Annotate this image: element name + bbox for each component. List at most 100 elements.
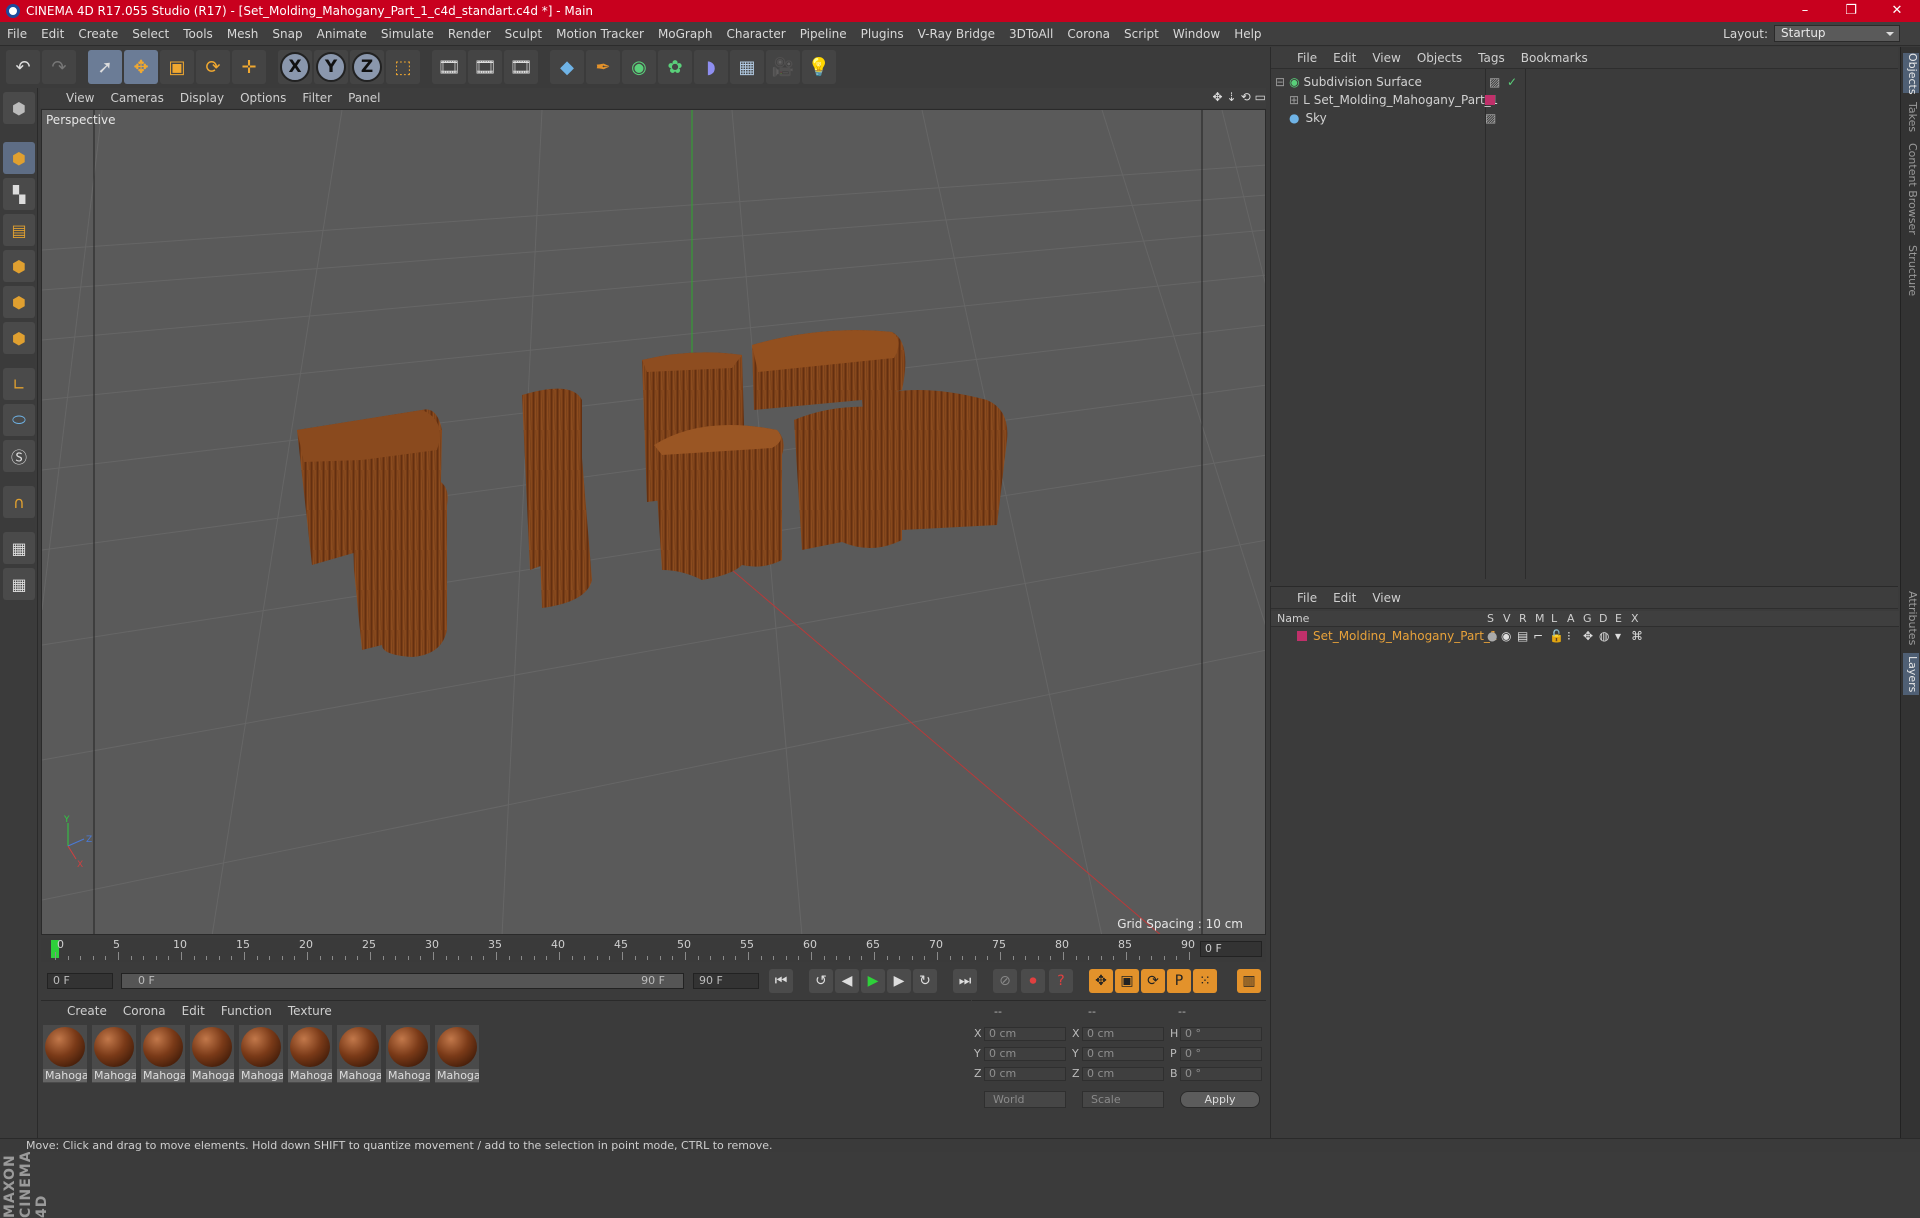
menu-help[interactable]: Help [1227,27,1268,41]
layer-animation-icon[interactable]: ⁝ [1567,629,1571,643]
collapse-icon[interactable]: ⊟ [1275,75,1285,89]
orbit-icon[interactable]: ⟲ [1241,90,1251,104]
timeline-ruler[interactable]: 0 5 10 15 20 25 30 35 40 45 50 55 60 65 … [41,938,1266,962]
material-swatch[interactable]: Mahogany [239,1025,283,1083]
maximize-button[interactable]: ❐ [1828,0,1874,22]
layer-lock-icon[interactable]: 🔓 [1549,629,1564,643]
material-swatch[interactable]: Mahogany [141,1025,185,1083]
start-frame-field[interactable]: 0 F [47,973,113,989]
enabled-check-icon[interactable]: ✓ [1507,75,1517,89]
coord-pos-z-field[interactable]: 0 cm [984,1067,1066,1081]
transform-tool-icon[interactable]: ✛ [232,50,266,84]
layer-render-icon[interactable]: ▤ [1517,629,1528,643]
menu-tools[interactable]: Tools [176,27,220,41]
snap-icon[interactable]: Ⓢ [3,440,35,472]
floor-scene-icon[interactable]: ▦ [730,50,764,84]
coord-transform-dropdown[interactable]: Scale [1082,1091,1164,1108]
material-swatch[interactable]: Mahogany [43,1025,87,1083]
menu-simulate[interactable]: Simulate [374,27,441,41]
coord-rot-p-field[interactable]: 0 ° [1180,1047,1262,1061]
key-parameter-icon[interactable]: P [1167,969,1191,993]
coord-pos-y-field[interactable]: 0 cm [984,1047,1066,1061]
apply-button[interactable]: Apply [1180,1091,1260,1108]
y-axis-lock-icon[interactable]: Y [314,50,348,84]
tab-structure[interactable]: Structure [1903,243,1919,299]
deformer-icon[interactable]: ◗ [694,50,728,84]
menu-snap[interactable]: Snap [265,27,309,41]
material-swatch[interactable]: Mahogany [92,1025,136,1083]
edges-mode-icon[interactable]: ⬢ [3,286,35,318]
mat-menu-corona[interactable]: Corona [123,1004,166,1018]
next-frame-icon[interactable]: ▶ [887,969,911,993]
menu-mograph[interactable]: MoGraph [651,27,720,41]
coord-size-x-field[interactable]: 0 cm [1082,1027,1164,1041]
render-view-icon[interactable]: 🎞 [432,50,466,84]
coord-size-z-field[interactable]: 0 cm [1082,1067,1164,1081]
mat-menu-edit[interactable]: Edit [182,1004,205,1018]
magnet-icon[interactable]: ∩ [3,486,35,518]
coord-rot-h-field[interactable]: 0 ° [1180,1027,1262,1041]
texture-mode-icon[interactable]: ▚ [3,178,35,210]
visibility-toggle-icon[interactable]: ▨ [1489,75,1500,89]
layer-xref-icon[interactable]: ⌘ [1631,629,1643,643]
coord-rot-b-field[interactable]: 0 ° [1180,1067,1262,1081]
layout-dropdown[interactable]: Startup [1774,25,1900,42]
go-to-end-icon[interactable]: ⏭ [953,969,977,993]
go-to-start-icon[interactable]: ⏮ [769,969,793,993]
material-swatch[interactable]: Mahogany [337,1025,381,1083]
previous-key-icon[interactable]: ↺ [809,969,833,993]
close-button[interactable]: ✕ [1874,0,1920,22]
vp-menu-cameras[interactable]: Cameras [110,91,163,105]
key-position-icon[interactable]: ✥ [1089,969,1113,993]
key-pla-icon[interactable]: ⁙ [1193,969,1217,993]
undo-icon[interactable]: ↶ [6,50,40,84]
axis-mode-icon[interactable]: ∟ [3,368,35,400]
menu-sculpt[interactable]: Sculpt [498,27,549,41]
cube-primitive-icon[interactable]: ◆ [550,50,584,84]
preview-range-slider[interactable]: 0 F 90 F [121,973,684,989]
expand-icon[interactable]: ⊞ [1289,93,1299,107]
coord-mode-dropdown[interactable]: World [984,1091,1066,1108]
layer-menu-view[interactable]: View [1372,591,1400,605]
key-rotation-icon[interactable]: ⟳ [1141,969,1165,993]
lock-workplane-icon[interactable]: ▦ [3,532,35,564]
layer-color-swatch[interactable] [1297,631,1307,641]
layer-solo-icon[interactable]: ● [1487,629,1497,643]
tab-takes[interactable]: Takes [1903,99,1919,135]
tab-layers[interactable]: Layers [1903,653,1919,695]
end-frame-field[interactable]: 90 F [693,973,759,989]
layer-deformer-icon[interactable]: ◍ [1599,629,1609,643]
menu-corona[interactable]: Corona [1060,27,1117,41]
menu-plugins[interactable]: Plugins [854,27,911,41]
current-frame-field[interactable]: 0 F [1200,941,1262,957]
move-tool-icon[interactable]: ✥ [124,50,158,84]
visibility-toggle-icon[interactable]: ▨ [1485,111,1496,125]
object-row-subdivision-surface[interactable]: ⊟ ◉ Subdivision Surface ▨ ✓ [1275,73,1517,91]
material-swatch[interactable]: Mahogany [435,1025,479,1083]
mat-menu-texture[interactable]: Texture [288,1004,332,1018]
layer-row[interactable]: Set_Molding_Mahogany_Part_1 ● ◉ ▤ ⌐ 🔓 ⁝ … [1271,629,1899,645]
vp-menu-display[interactable]: Display [180,91,224,105]
obj-menu-file[interactable]: File [1297,51,1317,65]
record-keys-icon[interactable]: ⏺ [1021,969,1045,993]
planar-workplane-icon[interactable]: ▦ [3,568,35,600]
camera-icon[interactable]: 🎥 [766,50,800,84]
menu-create[interactable]: Create [71,27,125,41]
render-settings-icon[interactable]: 🎞 [504,50,538,84]
menu-mesh[interactable]: Mesh [220,27,266,41]
vp-menu-panel[interactable]: Panel [348,91,380,105]
object-row-sky[interactable]: ● Sky ▨ [1289,109,1496,127]
tab-attributes[interactable]: Attributes [1903,587,1919,649]
polygons-mode-icon[interactable]: ⬢ [3,322,35,354]
x-axis-lock-icon[interactable]: X [278,50,312,84]
layer-menu-file[interactable]: File [1297,591,1317,605]
play-icon[interactable]: ▶ [861,969,885,993]
obj-menu-edit[interactable]: Edit [1333,51,1356,65]
vp-menu-filter[interactable]: Filter [302,91,332,105]
menu-pipeline[interactable]: Pipeline [793,27,854,41]
motion-record-icon[interactable]: ⊘ [993,969,1017,993]
menu-vray-bridge[interactable]: V-Ray Bridge [911,27,1002,41]
vp-menu-view[interactable]: View [66,91,94,105]
menu-motion-tracker[interactable]: Motion Tracker [549,27,651,41]
menu-render[interactable]: Render [441,27,498,41]
